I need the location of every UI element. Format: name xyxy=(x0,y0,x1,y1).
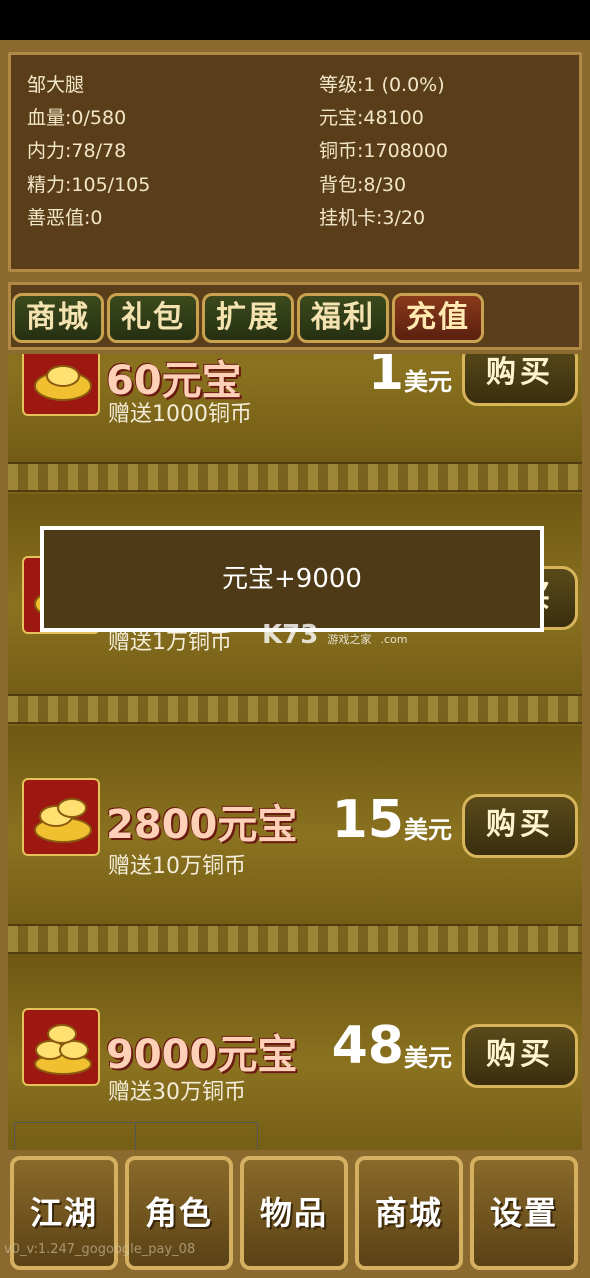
item-price: 15 xyxy=(331,790,404,850)
version-label: v0_v:1.247_gogoogle_pay_08 xyxy=(4,1242,196,1257)
bag-stat: 背包:8/30 xyxy=(319,174,407,196)
character-name: 邹大腿 xyxy=(27,74,85,96)
divider xyxy=(8,924,582,954)
jingli-stat: 精力:105/105 xyxy=(27,174,151,196)
toast-message: 元宝+9000 xyxy=(40,526,544,632)
tab-welfare[interactable]: 福利 xyxy=(297,293,389,343)
debug-grid xyxy=(14,1122,258,1153)
item-gift: 赠送1000铜币 xyxy=(108,402,252,427)
item-price: 48 xyxy=(331,1016,404,1076)
level-stat: 等级:1 (0.0%) xyxy=(319,74,445,96)
watermark-brand: K73 xyxy=(262,620,319,650)
neili-stat: 内力:78/78 xyxy=(27,140,127,162)
gold-ingot-icon xyxy=(22,1008,100,1086)
tab-shop[interactable]: 商城 xyxy=(12,293,104,343)
item-amount: 9000元宝 xyxy=(106,1032,298,1078)
tab-gift[interactable]: 礼包 xyxy=(107,293,199,343)
hp-stat: 血量:0/580 xyxy=(27,107,127,129)
watermark: K73 游戏之家 .com xyxy=(262,620,407,650)
buy-button[interactable]: 购买 xyxy=(462,1024,578,1088)
list-item: 60元宝 赠送1000铜币 1 美元 购买 xyxy=(8,354,582,478)
tab-expand[interactable]: 扩展 xyxy=(202,293,294,343)
nav-shop[interactable]: 商城 xyxy=(355,1156,463,1270)
tongbi-stat: 铜币:1708000 xyxy=(319,140,449,162)
watermark-domain: .com xyxy=(380,633,408,646)
list-item: 9000元宝 赠送30万铜币 48 美元 购买 xyxy=(8,954,582,1150)
item-gift: 赠送10万铜币 xyxy=(108,854,246,879)
list-item: 2800元宝 赠送10万铜币 15 美元 购买 xyxy=(8,726,582,950)
guaji-stat: 挂机卡:3/20 xyxy=(319,207,426,229)
divider xyxy=(8,462,582,492)
shane-stat: 善恶值:0 xyxy=(27,207,103,229)
recharge-list[interactable]: 60元宝 赠送1000铜币 1 美元 购买 赠送1万铜币 购买 2800元宝 赠… xyxy=(8,354,582,1150)
bottom-nav: 江湖 角色 物品 商城 设置 xyxy=(0,1150,590,1278)
buy-button[interactable]: 购买 xyxy=(462,794,578,858)
status-bar xyxy=(0,0,590,40)
character-stats-panel: 邹大腿 等级:1 (0.0%) 血量:0/580 元宝:48100 内力:78/… xyxy=(8,52,582,272)
buy-button[interactable]: 购买 xyxy=(462,354,578,406)
nav-items[interactable]: 物品 xyxy=(240,1156,348,1270)
item-gift: 赠送30万铜币 xyxy=(108,1080,246,1105)
watermark-sub: 游戏之家 xyxy=(327,633,372,646)
nav-settings[interactable]: 设置 xyxy=(470,1156,578,1270)
tab-recharge[interactable]: 充值 xyxy=(392,293,484,343)
item-amount: 2800元宝 xyxy=(106,802,298,848)
item-unit: 美元 xyxy=(404,368,452,396)
divider xyxy=(8,694,582,724)
gold-ingot-icon xyxy=(22,778,100,856)
gold-ingot-icon xyxy=(22,354,100,416)
shop-tab-bar: 商城 礼包 扩展 福利 充值 xyxy=(8,282,582,350)
item-unit: 美元 xyxy=(404,1044,452,1072)
yuanbao-stat: 元宝:48100 xyxy=(319,107,424,129)
item-unit: 美元 xyxy=(404,816,452,844)
item-price: 1 xyxy=(367,354,404,402)
